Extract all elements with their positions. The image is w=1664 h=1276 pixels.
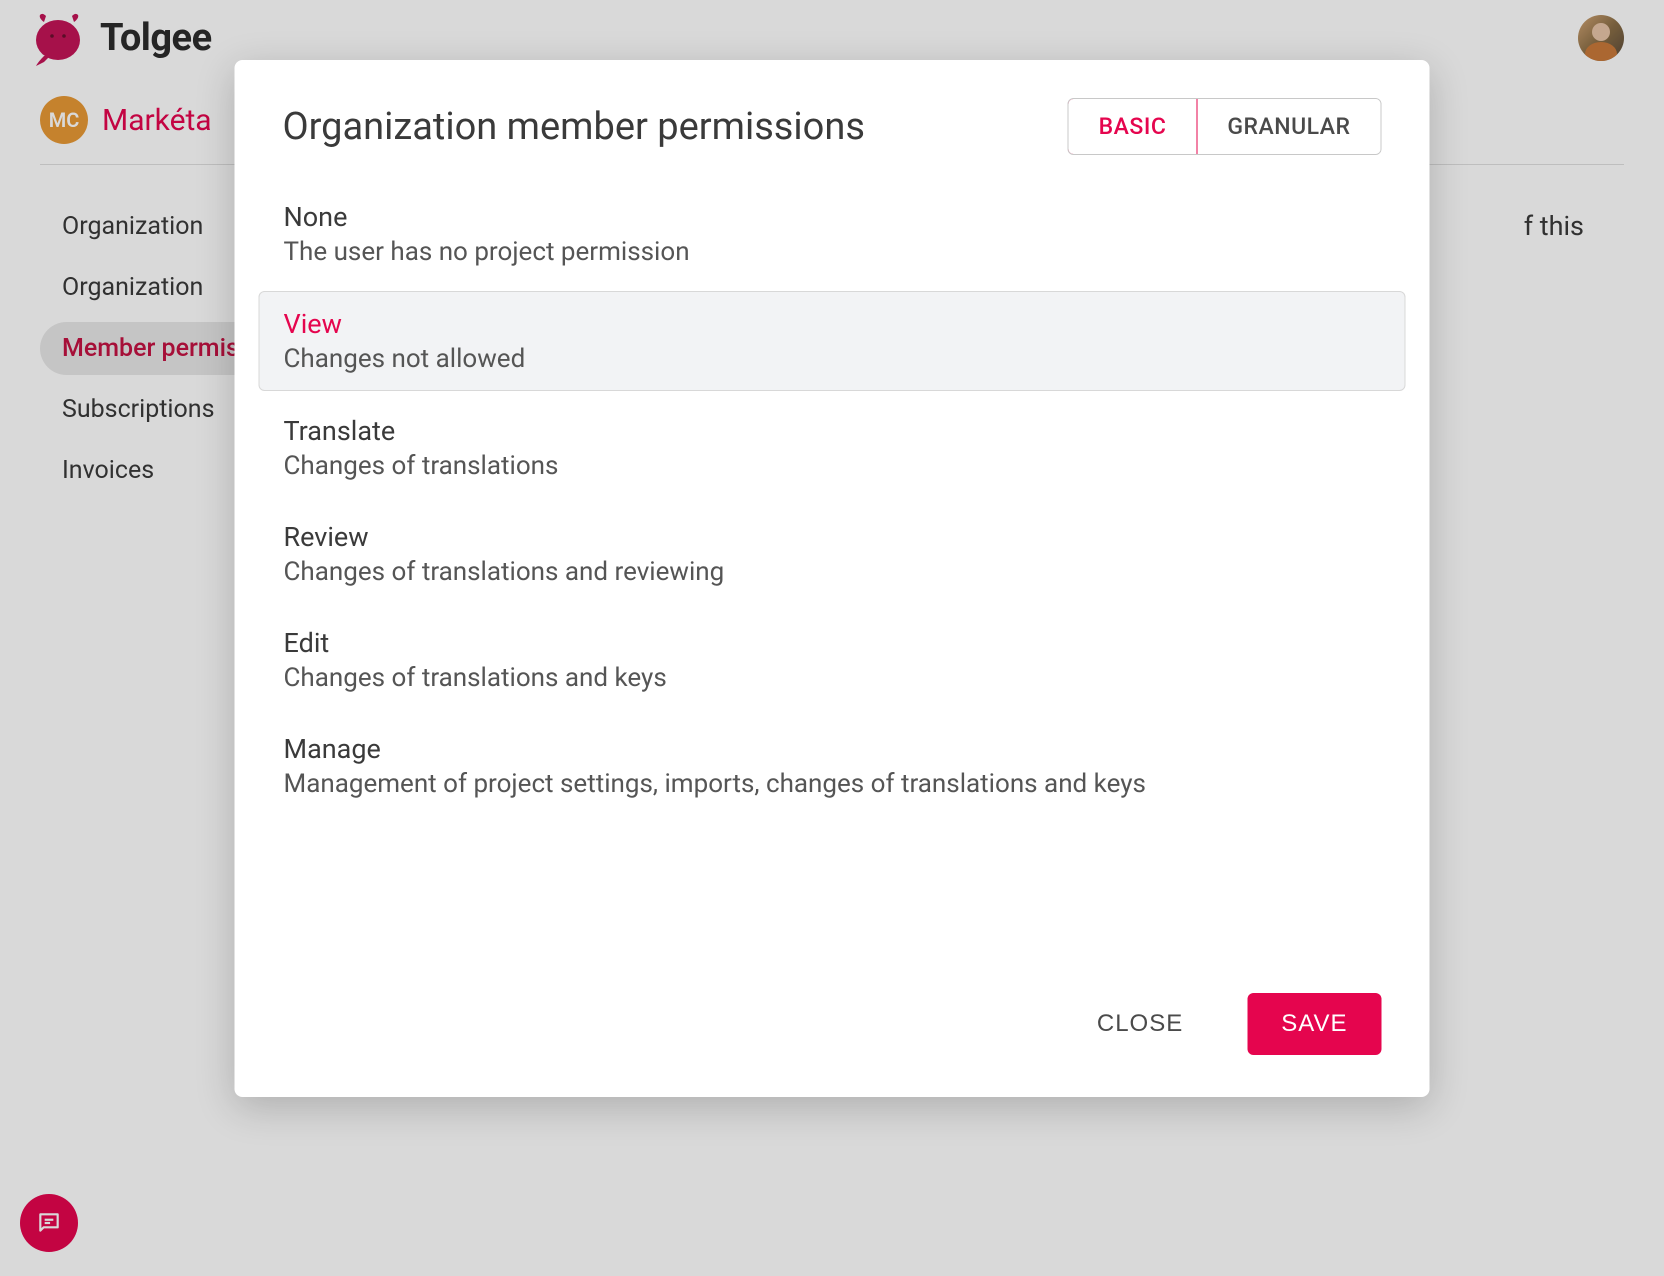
perm-title: Edit — [284, 627, 1381, 659]
perm-desc: Management of project settings, imports,… — [284, 769, 1381, 799]
perm-desc: Changes of translations and reviewing — [284, 557, 1381, 587]
tab-basic[interactable]: BASIC — [1068, 98, 1198, 155]
perm-desc: Changes of translations and keys — [284, 663, 1381, 693]
save-button[interactable]: SAVE — [1247, 993, 1381, 1055]
permissions-dialog: Organization member permissions BASIC GR… — [235, 60, 1430, 1097]
perm-title: Manage — [284, 733, 1381, 765]
perm-option-view[interactable]: View Changes not allowed — [259, 291, 1406, 391]
perm-option-manage[interactable]: Manage Management of project settings, i… — [259, 717, 1406, 815]
perm-desc: Changes of translations — [284, 451, 1381, 481]
perm-desc: The user has no project permission — [284, 237, 1381, 267]
perm-title: Translate — [284, 415, 1381, 447]
dialog-title: Organization member permissions — [283, 105, 865, 149]
perm-option-review[interactable]: Review Changes of translations and revie… — [259, 505, 1406, 603]
dialog-body: None The user has no project permission … — [235, 175, 1430, 823]
perm-option-edit[interactable]: Edit Changes of translations and keys — [259, 611, 1406, 709]
close-button[interactable]: CLOSE — [1063, 993, 1217, 1055]
tab-granular[interactable]: GRANULAR — [1196, 99, 1380, 154]
perm-desc: Changes not allowed — [284, 344, 1381, 374]
perm-title: View — [284, 308, 1381, 340]
perm-option-none[interactable]: None The user has no project permission — [259, 185, 1406, 283]
perm-title: None — [284, 201, 1381, 233]
perm-title: Review — [284, 521, 1381, 553]
perm-option-translate[interactable]: Translate Changes of translations — [259, 399, 1406, 497]
permission-mode-toggle: BASIC GRANULAR — [1068, 98, 1382, 155]
